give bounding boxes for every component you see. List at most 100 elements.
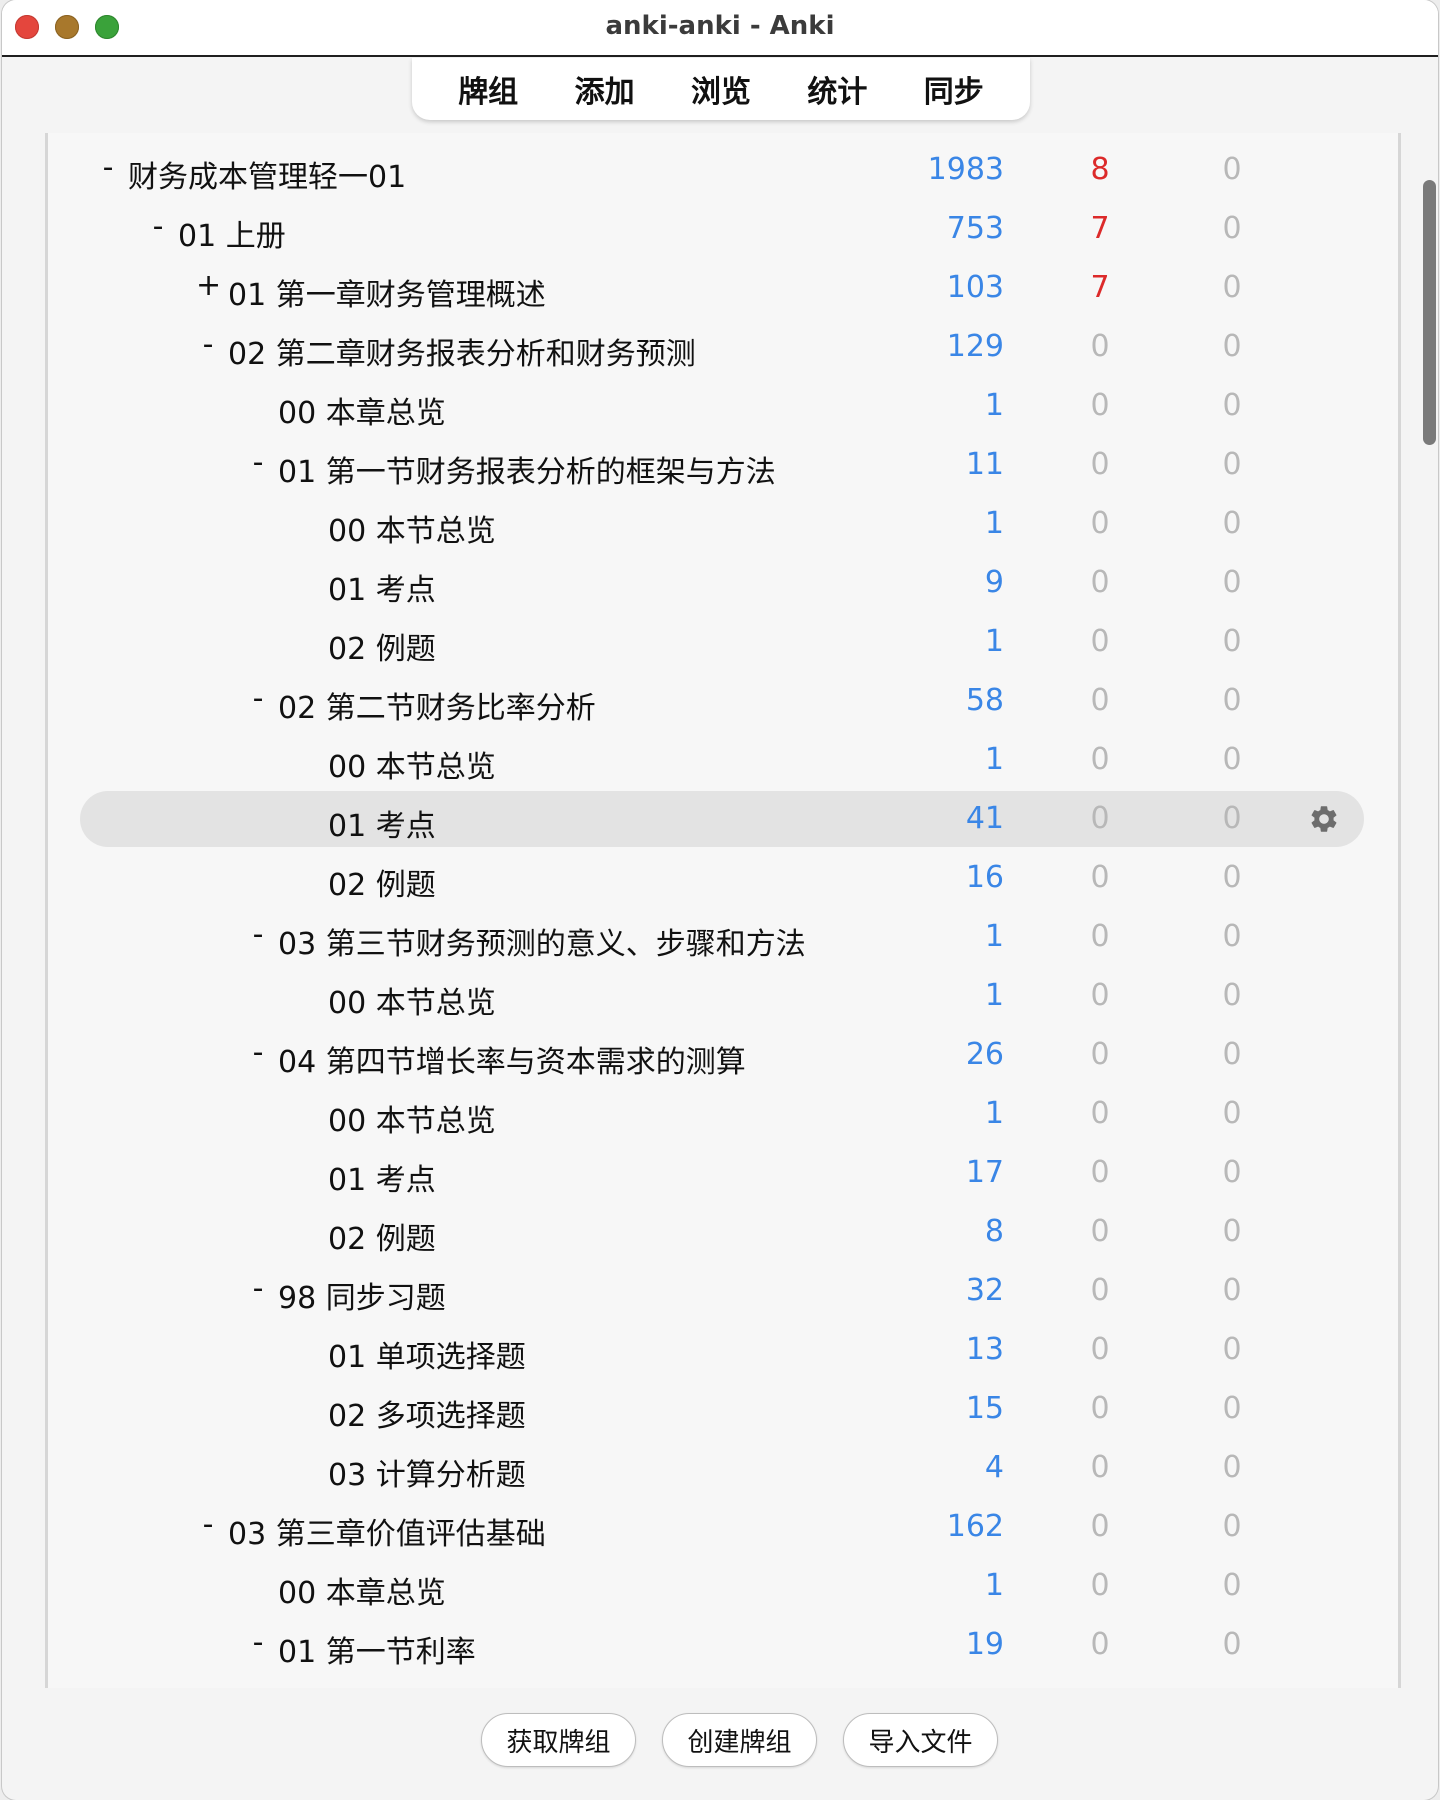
deck-row[interactable]: 00 本节总览 1 0 0	[80, 732, 1364, 788]
deck-name[interactable]: 01 上册	[178, 211, 286, 255]
import-file-button[interactable]: 导入文件	[843, 1713, 998, 1767]
toolbar-stats[interactable]: 统计	[797, 67, 877, 111]
deck-name[interactable]: 02 第二节财务比率分析	[278, 683, 596, 727]
collapse-deck-toggle[interactable]: -	[196, 1507, 220, 1542]
new-count: 11	[965, 447, 1004, 482]
toolbar-decks[interactable]: 牌组	[448, 67, 528, 111]
new-count: 1	[984, 1568, 1004, 1603]
learn-count: 0	[1090, 1509, 1110, 1544]
learn-count: 0	[1090, 1568, 1110, 1603]
deck-name[interactable]: 02 第二章财务报表分析和财务预测	[228, 329, 696, 373]
collapse-deck-toggle[interactable]: -	[246, 681, 270, 716]
deck-name[interactable]: 00 本节总览	[328, 1096, 496, 1140]
due-count: 0	[1222, 1155, 1242, 1190]
new-count: 13	[965, 1332, 1004, 1367]
deck-name[interactable]: 02 例题	[328, 624, 436, 668]
deck-row[interactable]: 02 例题 8 0 0	[80, 1204, 1364, 1260]
deck-name[interactable]: 04 第四节增长率与资本需求的测算	[278, 1037, 746, 1081]
deck-row[interactable]: -01 上册 753 7 0	[80, 201, 1364, 257]
deck-name[interactable]: 01 单项选择题	[328, 1332, 526, 1376]
deck-name[interactable]: 00 本章总览	[278, 1568, 446, 1612]
deck-name[interactable]: 98 同步习题	[278, 1273, 446, 1317]
collapse-deck-toggle[interactable]: -	[246, 917, 270, 952]
deck-name[interactable]: 01 考点	[328, 801, 436, 845]
deck-row[interactable]: - 财务成本管理轻一01 1983 8 0	[80, 142, 1364, 198]
toolbar-add[interactable]: 添加	[565, 67, 645, 111]
due-count: 0	[1222, 801, 1242, 836]
deck-row[interactable]: 01 考点 9 0 0	[80, 555, 1364, 611]
deck-row[interactable]: 00 本章总览 1 0 0	[80, 378, 1364, 434]
deck-row[interactable]: -03 第三节财务预测的意义、步骤和方法 1 0 0	[80, 909, 1364, 965]
deck-row[interactable]: -01 第一节利率 19 0 0	[80, 1617, 1364, 1673]
deck-row[interactable]: -03 第三章价值评估基础 162 0 0	[80, 1499, 1364, 1555]
deck-row[interactable]: 01 考点 41 0 0	[80, 791, 1364, 847]
vertical-scrollbar[interactable]	[1423, 180, 1436, 445]
new-count: 1	[984, 978, 1004, 1013]
new-count: 103	[946, 270, 1004, 305]
deck-name[interactable]: 02 例题	[328, 860, 436, 904]
toolbar-sync[interactable]: 同步	[914, 67, 994, 111]
deck-row[interactable]: 02 例题 1 0 0	[80, 614, 1364, 670]
learn-count: 7	[1090, 211, 1110, 246]
deck-name[interactable]: 01 考点	[328, 565, 436, 609]
deck-row[interactable]: 00 本节总览 1 0 0	[80, 1086, 1364, 1142]
learn-count: 0	[1090, 506, 1110, 541]
expand-deck-toggle[interactable]: +	[196, 268, 221, 303]
collapse-deck-toggle[interactable]: -	[146, 209, 170, 244]
learn-count: 0	[1090, 388, 1110, 423]
deck-row[interactable]: 01 单项选择题 13 0 0	[80, 1322, 1364, 1378]
learn-count: 0	[1090, 1155, 1110, 1190]
new-count: 15	[965, 1391, 1004, 1426]
collapse-deck-toggle[interactable]: -	[246, 1035, 270, 1070]
deck-row[interactable]: 00 本节总览 1 0 0	[80, 968, 1364, 1024]
deck-name[interactable]: 03 第三节财务预测的意义、步骤和方法	[278, 919, 806, 963]
deck-row[interactable]: 01 考点 17 0 0	[80, 1145, 1364, 1201]
deck-name[interactable]: 03 第三章价值评估基础	[228, 1509, 546, 1553]
deck-row[interactable]: 03 计算分析题 4 0 0	[80, 1440, 1364, 1496]
gear-icon[interactable]	[1308, 803, 1340, 835]
due-count: 0	[1222, 1391, 1242, 1426]
anki-window: anki-anki - Anki 牌组 添加 浏览 统计 同步 - 财务成本管理轻…	[2, 0, 1438, 1800]
get-shared-decks-button[interactable]: 获取牌组	[481, 1713, 636, 1767]
deck-name[interactable]: 01 第一节利率	[278, 1627, 476, 1671]
deck-name[interactable]: 01 考点	[328, 1155, 436, 1199]
collapse-deck-toggle[interactable]: -	[96, 150, 120, 185]
deck-name[interactable]: 财务成本管理轻一01	[128, 152, 406, 196]
deck-row[interactable]: -04 第四节增长率与资本需求的测算 26 0 0	[80, 1027, 1364, 1083]
deck-row[interactable]: -98 同步习题 32 0 0	[80, 1263, 1364, 1319]
collapse-deck-toggle[interactable]: -	[246, 1625, 270, 1660]
deck-name[interactable]: 00 本章总览	[278, 388, 446, 432]
deck-row[interactable]: -01 第一节财务报表分析的框架与方法 11 0 0	[80, 437, 1364, 493]
deck-row[interactable]: +01 第一章财务管理概述 103 7 0	[80, 260, 1364, 316]
new-count: 19	[965, 1627, 1004, 1662]
deck-row[interactable]: 00 本节总览 1 0 0	[80, 496, 1364, 552]
learn-count: 0	[1090, 919, 1110, 954]
collapse-deck-toggle[interactable]: -	[246, 1271, 270, 1306]
due-count: 0	[1222, 1568, 1242, 1603]
deck-name[interactable]: 01 第一章财务管理概述	[228, 270, 546, 314]
due-count: 0	[1222, 919, 1242, 954]
collapse-deck-toggle[interactable]: -	[246, 445, 270, 480]
new-count: 8	[984, 1214, 1004, 1249]
deck-row[interactable]: 00 本章总览 1 0 0	[80, 1558, 1364, 1614]
deck-row[interactable]: 02 例题 16 0 0	[80, 850, 1364, 906]
deck-name[interactable]: 00 本节总览	[328, 742, 496, 786]
create-deck-button[interactable]: 创建牌组	[662, 1713, 817, 1767]
deck-list: - 财务成本管理轻一01 1983 8 0-01 上册 753 7 0 +01 第一章财务管理概…	[45, 133, 1401, 1688]
deck-name[interactable]: 02 例题	[328, 1214, 436, 1258]
deck-row[interactable]: -02 第二章财务报表分析和财务预测 129 0 0	[80, 319, 1364, 375]
new-count: 32	[965, 1273, 1004, 1308]
deck-name[interactable]: 03 计算分析题	[328, 1450, 526, 1494]
learn-count: 0	[1090, 1332, 1110, 1367]
due-count: 0	[1222, 1096, 1242, 1131]
deck-row[interactable]: -02 第二节财务比率分析 58 0 0	[80, 673, 1364, 729]
deck-row[interactable]: 02 多项选择题 15 0 0	[80, 1381, 1364, 1437]
deck-name[interactable]: 02 多项选择题	[328, 1391, 526, 1435]
collapse-deck-toggle[interactable]: -	[196, 327, 220, 362]
deck-name[interactable]: 01 第一节财务报表分析的框架与方法	[278, 447, 776, 491]
due-count: 0	[1222, 506, 1242, 541]
deck-name[interactable]: 00 本节总览	[328, 978, 496, 1022]
deck-name[interactable]: 00 本节总览	[328, 506, 496, 550]
new-count: 16	[965, 860, 1004, 895]
toolbar-browse[interactable]: 浏览	[681, 67, 761, 111]
